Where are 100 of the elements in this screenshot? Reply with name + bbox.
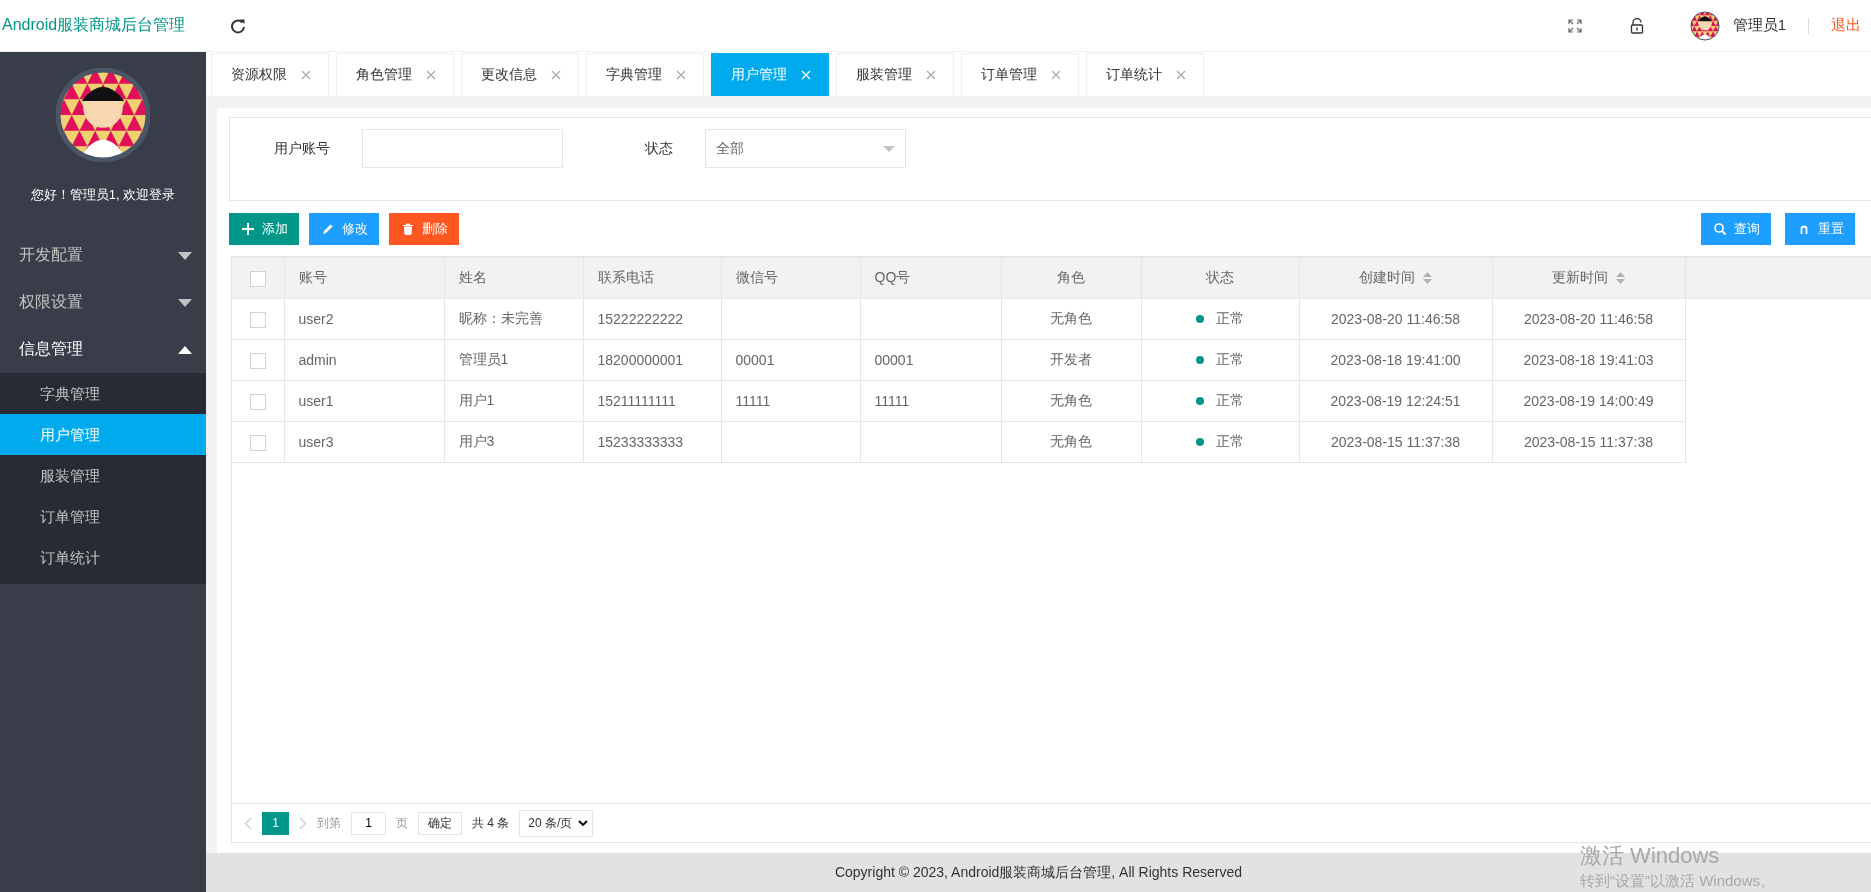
next-icon[interactable]: [299, 816, 307, 830]
refresh-icon[interactable]: [230, 17, 246, 34]
plus-icon: [242, 223, 254, 235]
field-label: 用户账号: [273, 139, 331, 158]
status-dot: [1196, 356, 1204, 365]
table-cell-text: 管理员1: [458, 351, 509, 367]
current-page[interactable]: 1: [262, 811, 289, 835]
user-name[interactable]: 管理员1: [1732, 16, 1786, 35]
search-icon: [1714, 223, 1726, 235]
select-field[interactable]: 全部: [705, 129, 906, 168]
checkbox[interactable]: [249, 393, 266, 410]
table-cell-text: user1: [298, 393, 334, 409]
status-text: 正常: [1216, 433, 1244, 449]
checkbox[interactable]: [249, 270, 266, 287]
column-header[interactable]: 账号: [284, 257, 444, 299]
lock-icon[interactable]: [1629, 17, 1644, 34]
field-label: 状态: [644, 139, 674, 158]
tab[interactable]: 资源权限: [211, 53, 329, 96]
watermark-title: 激活 Windows: [1580, 842, 1721, 870]
page-unit: 页: [396, 814, 408, 832]
table-cell-text: 无角色: [1050, 392, 1092, 408]
column-header[interactable]: 联系电话: [583, 257, 721, 299]
tab[interactable]: 订单管理: [961, 53, 1079, 96]
page-input[interactable]: 1: [351, 811, 386, 835]
column-header[interactable]: 状态: [1141, 257, 1299, 299]
table-cell-text: 2023-08-20 11:46:58: [1331, 311, 1460, 327]
column-header[interactable]: 创建时间: [1299, 257, 1492, 299]
table-cell-text: 2023-08-20 11:46:58: [1524, 311, 1653, 327]
column-header[interactable]: 微信号: [721, 257, 860, 299]
close-icon[interactable]: [301, 70, 311, 80]
page-size-select[interactable]: 20 条/页: [519, 809, 594, 837]
select-value: 全部: [716, 139, 744, 158]
menu-group[interactable]: 权限设置: [0, 279, 206, 326]
goto-label: 到第: [317, 814, 341, 832]
table-cell-text: 昵称：未完善: [458, 310, 543, 326]
input-field[interactable]: [362, 129, 563, 168]
checkbox[interactable]: [249, 352, 266, 369]
confirm-button[interactable]: 确定: [418, 811, 462, 835]
menu-group-label: 开发配置: [19, 245, 83, 265]
table-cell-text: 18200000001: [597, 352, 684, 368]
pencil-icon: [322, 223, 334, 235]
prev-icon[interactable]: [244, 816, 252, 830]
tab[interactable]: 字典管理: [586, 53, 704, 96]
status-text: 正常: [1216, 392, 1244, 408]
table-cell-text: 开发者: [1050, 351, 1092, 367]
menu-group[interactable]: 开发配置: [0, 232, 206, 279]
add-button[interactable]: 添加: [229, 213, 299, 245]
table-cell-text: 2023-08-15 11:37:38: [1524, 434, 1653, 450]
table-cell-text: user3: [298, 434, 334, 450]
tab[interactable]: 订单统计: [1086, 53, 1204, 96]
caret-icon: [883, 145, 895, 152]
table-cell-text: 用户1: [458, 392, 495, 408]
table-cell-text: 15211111111: [597, 393, 676, 409]
status-dot: [1196, 315, 1204, 324]
menu-group[interactable]: 信息管理: [0, 326, 206, 373]
menu-item[interactable]: 订单管理: [0, 496, 206, 537]
chevron-icon: [578, 820, 589, 826]
checkbox[interactable]: [249, 311, 266, 328]
fullscreen-icon[interactable]: [1567, 18, 1582, 33]
close-icon[interactable]: [676, 70, 686, 80]
table-cell-text: 15222222222: [597, 311, 684, 327]
menu-item[interactable]: 字典管理: [0, 373, 206, 414]
menu-item[interactable]: 订单统计: [0, 537, 206, 578]
checkbox[interactable]: [249, 434, 266, 451]
status-dot: [1196, 397, 1204, 406]
status-dot: [1196, 438, 1204, 447]
column-header[interactable]: QQ号: [860, 257, 1001, 299]
table-cell-text: 2023-08-19 14:00:49: [1523, 393, 1654, 409]
greeting-text: 您好！管理员1, 欢迎登录: [29, 186, 177, 204]
logout-link[interactable]: 退出: [1831, 16, 1861, 35]
table-cell-text: 无角色: [1050, 433, 1092, 449]
table-cell-text: user2: [298, 311, 334, 327]
table-cell-text: admin: [298, 352, 337, 368]
app-title: Android服装商城后台管理: [1, 15, 187, 35]
total-count: 共 4 条: [472, 814, 510, 832]
table-cell-text: 无角色: [1050, 310, 1092, 326]
menu-group-label: 权限设置: [19, 292, 83, 312]
close-icon[interactable]: [551, 70, 561, 80]
column-header[interactable]: 角色: [1001, 257, 1141, 299]
table-cell-text: 00001: [874, 352, 914, 368]
column-header[interactable]: 更新时间: [1492, 257, 1685, 299]
status-text: 正常: [1216, 351, 1244, 367]
table-cell-text: 2023-08-18 19:41:03: [1523, 352, 1654, 368]
sort-icon[interactable]: [1423, 272, 1432, 285]
column-header[interactable]: 姓名: [444, 257, 583, 299]
table-cell-text: 用户3: [458, 433, 495, 449]
close-icon[interactable]: [1176, 70, 1186, 80]
menu-item[interactable]: 服装管理: [0, 455, 206, 496]
table-cell-text: 11111: [874, 393, 910, 409]
tab[interactable]: 服装管理: [836, 53, 954, 96]
reset-icon: [1798, 223, 1810, 235]
status-text: 正常: [1216, 310, 1244, 326]
close-icon[interactable]: [1051, 70, 1061, 80]
tab[interactable]: 角色管理: [336, 53, 454, 96]
tab[interactable]: 更改信息: [461, 53, 579, 96]
sort-icon[interactable]: [1616, 272, 1625, 285]
menu-group-label: 信息管理: [19, 339, 83, 359]
table-cell-text: 11111: [735, 393, 771, 409]
close-icon[interactable]: [426, 70, 436, 80]
close-icon[interactable]: [926, 70, 936, 80]
